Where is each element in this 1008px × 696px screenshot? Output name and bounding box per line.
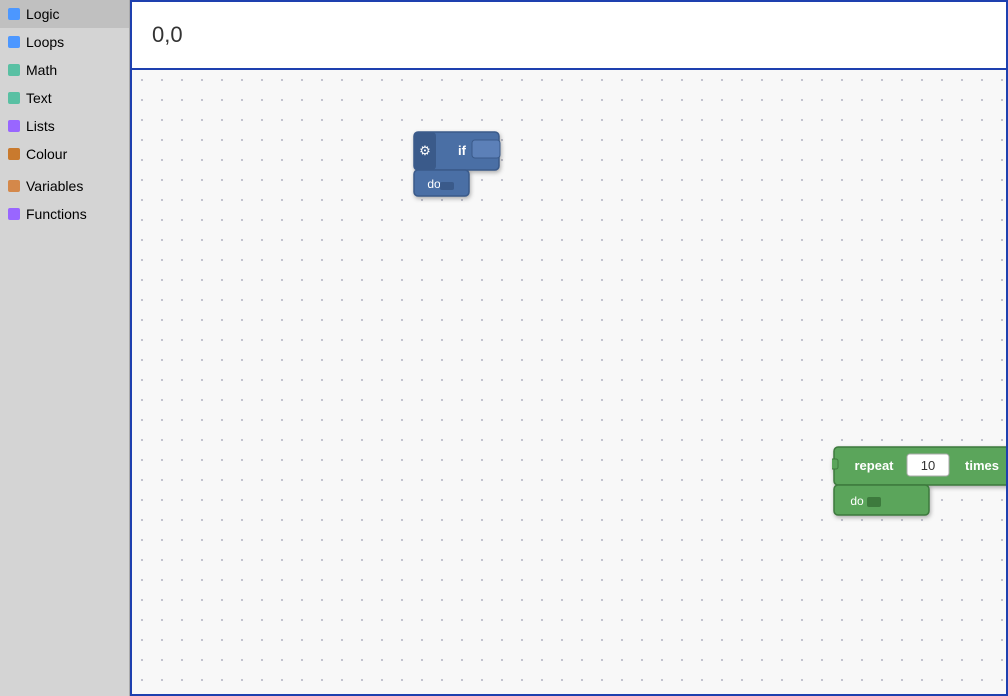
repeat-block[interactable]: repeat 10 times do: [832, 445, 1008, 525]
sidebar-item-text[interactable]: Text: [0, 84, 129, 112]
sidebar-label-lists: Lists: [26, 118, 55, 134]
math-color-dot: [8, 64, 20, 76]
sidebar-item-loops[interactable]: Loops: [0, 28, 129, 56]
sidebar-label-math: Math: [26, 62, 57, 78]
sidebar-label-colour: Colour: [26, 146, 67, 162]
sidebar-item-logic[interactable]: Logic: [0, 0, 129, 28]
svg-text:do: do: [427, 177, 441, 191]
sidebar-item-lists[interactable]: Lists: [0, 112, 129, 140]
loops-color-dot: [8, 36, 20, 48]
coord-display: 0,0: [152, 22, 183, 48]
sidebar-item-math[interactable]: Math: [0, 56, 129, 84]
repeat-block-svg: repeat 10 times do: [832, 445, 1008, 520]
sidebar-label-text: Text: [26, 90, 52, 106]
svg-text:do: do: [850, 494, 864, 508]
svg-text:⚙: ⚙: [419, 143, 431, 158]
sidebar-label-logic: Logic: [26, 6, 59, 22]
logic-color-dot: [8, 8, 20, 20]
sidebar-label-functions: Functions: [26, 206, 87, 222]
svg-text:10: 10: [921, 458, 935, 473]
text-color-dot: [8, 92, 20, 104]
if-block[interactable]: ⚙ if do: [412, 130, 502, 205]
svg-text:repeat: repeat: [854, 458, 894, 473]
coord-bar: 0,0: [130, 0, 1008, 68]
colour-color-dot: [8, 148, 20, 160]
svg-text:if: if: [458, 143, 467, 158]
functions-color-dot: [8, 208, 20, 220]
sidebar-label-loops: Loops: [26, 34, 64, 50]
sidebar-items: Logic Loops Math Text Lists Colour Varia…: [0, 0, 129, 696]
sidebar: Logic Loops Math Text Lists Colour Varia…: [0, 0, 130, 696]
canvas[interactable]: ⚙ if do repeat 10: [130, 68, 1008, 696]
main-area: 0,0 ⚙ if do: [130, 0, 1008, 696]
sidebar-item-colour[interactable]: Colour: [0, 140, 129, 168]
sidebar-label-variables: Variables: [26, 178, 83, 194]
lists-color-dot: [8, 120, 20, 132]
if-block-svg: ⚙ if do: [412, 130, 502, 200]
sidebar-item-functions[interactable]: Functions: [0, 200, 129, 228]
svg-text:times: times: [965, 458, 999, 473]
sidebar-item-variables[interactable]: Variables: [0, 172, 129, 200]
variables-color-dot: [8, 180, 20, 192]
